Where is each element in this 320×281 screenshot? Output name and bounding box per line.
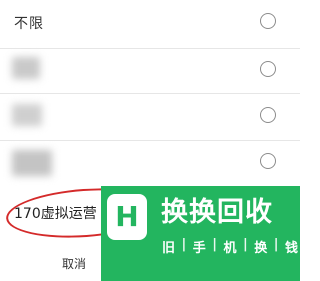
separator: | xyxy=(181,237,187,252)
subtitle-char: 旧 xyxy=(162,241,176,256)
subtitle-char: 换 xyxy=(254,241,268,256)
option-row-4[interactable] xyxy=(0,138,300,187)
radio-button[interactable] xyxy=(260,153,276,169)
cancel-label: 取消 xyxy=(62,257,87,271)
separator: | xyxy=(242,237,248,252)
radio-button[interactable] xyxy=(260,61,276,77)
radio-button[interactable] xyxy=(260,107,276,123)
option-label: 不限 xyxy=(14,16,44,32)
subtitle-char: 手 xyxy=(192,241,206,256)
option-label: 170虚拟运营 xyxy=(14,206,97,222)
option-row-3[interactable] xyxy=(0,92,300,141)
watermark-subtitle: 旧 | 手 | 机 | 换 | 钱 xyxy=(162,237,298,256)
logo-mark-letter: H xyxy=(115,200,139,233)
radio-button[interactable] xyxy=(260,13,276,29)
subtitle-char: 钱 xyxy=(284,241,298,256)
separator: | xyxy=(273,237,279,252)
logo-mark-icon: H xyxy=(107,194,147,240)
operator-selection-sheet: 不限 170虚拟运营 取消 H 换换回收 旧 | 手 | 机 | 换 | 钱 xyxy=(0,0,300,281)
separator: | xyxy=(212,237,217,252)
watermark-title: 换换回收 xyxy=(161,197,273,228)
subtitle-char: 机 xyxy=(223,241,237,256)
blurred-operator-icon xyxy=(12,57,40,79)
blurred-operator-icon xyxy=(12,150,52,176)
option-row-2[interactable] xyxy=(0,45,300,94)
blurred-operator-icon xyxy=(12,104,42,126)
option-row-unlimited[interactable]: 不限 xyxy=(0,0,300,49)
